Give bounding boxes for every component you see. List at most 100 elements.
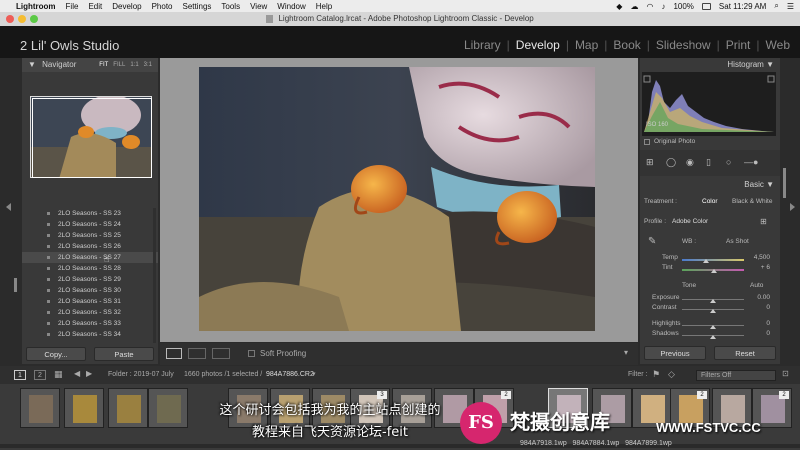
zoom-3-1[interactable]: 3:1 bbox=[144, 58, 152, 72]
view-1-button[interactable]: 1 bbox=[14, 370, 26, 380]
preset-item[interactable]: 2LO Seasons - SS 24 bbox=[22, 219, 158, 230]
volume-icon[interactable]: ♪ bbox=[661, 2, 665, 11]
filename-dropdown-icon[interactable]: ▾ bbox=[312, 370, 316, 378]
preset-item[interactable]: 2LO Seasons - SS 29 bbox=[22, 274, 158, 285]
module-develop[interactable]: Develop bbox=[516, 38, 560, 52]
spot-removal-tool-icon[interactable]: ◯ bbox=[666, 157, 676, 168]
navigator-view-rect[interactable] bbox=[32, 98, 152, 178]
close-window-button[interactable] bbox=[6, 15, 14, 23]
contrast-value[interactable]: 0 bbox=[766, 304, 770, 311]
preset-item[interactable]: 2LO Seasons - SS 31 bbox=[22, 296, 158, 307]
histogram-header[interactable]: Histogram ▼ bbox=[640, 58, 780, 72]
zoom-fit[interactable]: FIT bbox=[99, 58, 108, 72]
paste-button[interactable]: Paste bbox=[94, 347, 154, 361]
module-print[interactable]: Print bbox=[726, 38, 751, 52]
wifi-icon[interactable]: ◠ bbox=[646, 2, 653, 11]
selected-filename[interactable]: 984A7886.CR2 bbox=[266, 371, 314, 378]
preset-item[interactable]: 2LO Seasons - SS 26 bbox=[22, 241, 158, 252]
temp-slider-knob[interactable] bbox=[702, 259, 709, 263]
basic-header[interactable]: Basic ▼ bbox=[640, 178, 780, 192]
copy-button[interactable]: Copy... bbox=[26, 347, 86, 361]
stack-count-badge[interactable]: 2 bbox=[501, 391, 511, 399]
collapse-triangle-icon[interactable]: ▼ bbox=[28, 60, 36, 69]
zoom-1-1[interactable]: 1:1 bbox=[130, 58, 138, 72]
radial-filter-icon[interactable]: ○ bbox=[726, 157, 731, 167]
profile-dropdown[interactable]: Adobe Color bbox=[672, 218, 708, 225]
module-web[interactable]: Web bbox=[766, 38, 790, 52]
left-scrollbar[interactable] bbox=[14, 278, 17, 292]
treatment-bw-option[interactable]: Black & White bbox=[732, 198, 772, 205]
temp-value[interactable]: 4,500 bbox=[754, 254, 770, 261]
grid-view-icon[interactable]: ▦ bbox=[54, 369, 63, 380]
tint-value[interactable]: + 6 bbox=[761, 264, 770, 271]
stack-count-badge[interactable]: 3 bbox=[377, 391, 387, 399]
toolbar-menu-icon[interactable]: ▾ bbox=[624, 348, 628, 357]
zoom-window-button[interactable] bbox=[30, 15, 38, 23]
filmstrip-thumbnail[interactable] bbox=[20, 388, 60, 428]
filters-dropdown[interactable]: Filters Off bbox=[696, 370, 776, 381]
shadows-value[interactable]: 0 bbox=[766, 330, 770, 337]
menu-file[interactable]: File bbox=[66, 2, 79, 11]
menu-tools[interactable]: Tools bbox=[221, 2, 240, 11]
menu-develop[interactable]: Develop bbox=[112, 2, 141, 11]
left-panel-collapse-icon[interactable] bbox=[6, 203, 11, 211]
soft-proofing-checkbox[interactable] bbox=[248, 350, 255, 357]
preset-item[interactable]: 2LO Seasons - SS 34 bbox=[22, 329, 158, 340]
reset-button[interactable]: Reset bbox=[714, 346, 776, 360]
cloud-icon[interactable]: ☁ bbox=[630, 2, 638, 11]
right-scrollbar[interactable] bbox=[783, 168, 786, 198]
battery-icon[interactable] bbox=[701, 2, 711, 10]
module-map[interactable]: Map bbox=[575, 38, 598, 52]
preset-item[interactable]: 2LO Seasons - SS 25 bbox=[22, 230, 158, 241]
tint-slider-knob[interactable] bbox=[711, 269, 718, 273]
back-arrow-icon[interactable]: ◀ bbox=[74, 369, 80, 378]
highlights-slider-knob[interactable] bbox=[710, 325, 716, 329]
star-filter-icon[interactable]: ◇ bbox=[668, 369, 675, 380]
menu-list-icon[interactable]: ☰ bbox=[787, 2, 794, 11]
before-after-swap-icon[interactable] bbox=[212, 348, 230, 359]
original-photo-checkbox[interactable] bbox=[644, 139, 650, 145]
exposure-value[interactable]: 0.00 bbox=[757, 294, 770, 301]
red-eye-tool-icon[interactable]: ◉ bbox=[686, 157, 694, 168]
shadows-slider-knob[interactable] bbox=[710, 335, 716, 339]
collapse-triangle-icon[interactable]: ▼ bbox=[766, 60, 774, 69]
exposure-slider-knob[interactable] bbox=[710, 299, 716, 303]
collapse-triangle-icon[interactable]: ▼ bbox=[766, 180, 774, 189]
menu-settings[interactable]: Settings bbox=[183, 2, 212, 11]
module-slideshow[interactable]: Slideshow bbox=[656, 38, 711, 52]
menu-help[interactable]: Help bbox=[316, 2, 332, 11]
adjustment-brush-icon[interactable]: —● bbox=[744, 157, 758, 167]
previous-button[interactable]: Previous bbox=[644, 346, 706, 360]
tone-auto-button[interactable]: Auto bbox=[750, 282, 763, 289]
histogram[interactable]: ISO 160 bbox=[642, 72, 776, 136]
search-icon[interactable]: ⌕ bbox=[774, 1, 778, 11]
dropbox-icon[interactable]: ◆ bbox=[616, 2, 622, 11]
stack-count-badge[interactable]: 2 bbox=[779, 391, 789, 399]
preset-item[interactable]: 2LO Seasons - SS 23 bbox=[22, 208, 158, 219]
treatment-color-option[interactable]: Color bbox=[702, 198, 718, 205]
flag-filter-icon[interactable]: ⚑ bbox=[652, 369, 660, 380]
minimize-window-button[interactable] bbox=[18, 15, 26, 23]
menu-window[interactable]: Window bbox=[277, 2, 305, 11]
menu-edit[interactable]: Edit bbox=[88, 2, 102, 11]
preset-item[interactable]: 2LO Seasons - SS 33 bbox=[22, 318, 158, 329]
folder-path[interactable]: Folder : 2019-07 July bbox=[108, 371, 174, 378]
main-photo[interactable] bbox=[199, 67, 595, 331]
presets-scrollbar[interactable] bbox=[153, 208, 156, 343]
preset-item[interactable]: 2LO Seasons - SS 30 bbox=[22, 285, 158, 296]
preset-item[interactable]: 2LO Seasons - SS 27 bbox=[22, 252, 158, 263]
filmstrip-lock-icon[interactable]: ⊡ bbox=[782, 369, 789, 378]
preset-item[interactable]: 2LO Seasons - SS 28 bbox=[22, 263, 158, 274]
view-2-button[interactable]: 2 bbox=[34, 370, 46, 380]
wb-dropdown[interactable]: As Shot bbox=[726, 238, 749, 245]
identity-plate[interactable]: 2 Lil' Owls Studio bbox=[20, 38, 119, 53]
app-menu[interactable]: Lightroom bbox=[16, 2, 56, 11]
module-library[interactable]: Library bbox=[464, 38, 501, 52]
before-after-icon[interactable] bbox=[188, 348, 206, 359]
navigator-header[interactable]: ▼ Navigator FIT FILL 1:1 3:1 bbox=[22, 58, 158, 72]
profile-browser-icon[interactable]: ⊞ bbox=[760, 217, 767, 226]
zoom-fill[interactable]: FILL bbox=[113, 58, 125, 72]
loupe-view-icon[interactable] bbox=[166, 348, 182, 359]
clock[interactable]: Sat 11:29 AM bbox=[719, 2, 766, 11]
filmstrip-thumbnail[interactable] bbox=[64, 388, 104, 428]
